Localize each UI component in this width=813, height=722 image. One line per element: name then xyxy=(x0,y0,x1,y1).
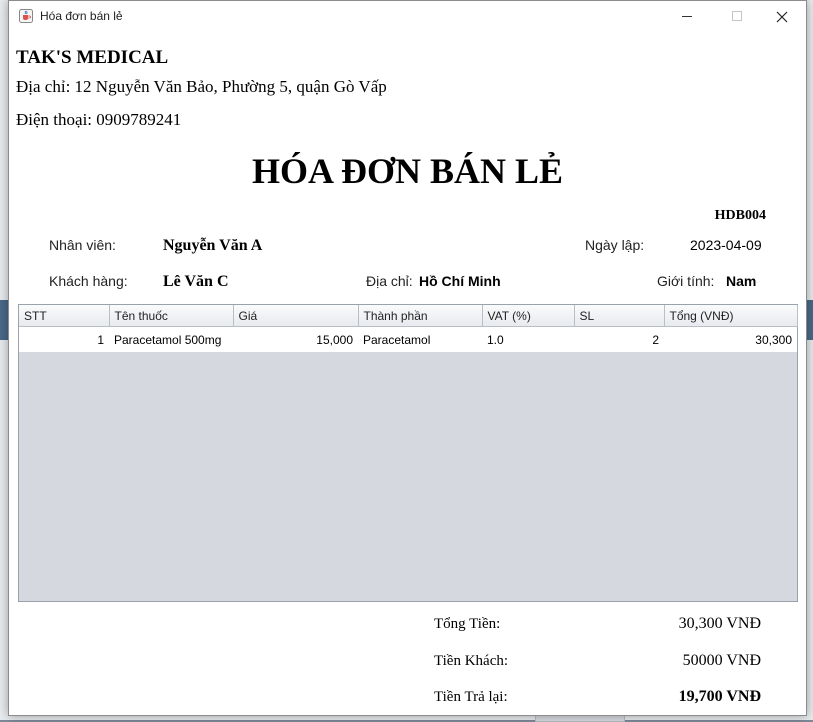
table-row[interactable]: 1 Paracetamol 500mg 15,000 Paracetamol 1… xyxy=(19,326,797,352)
shop-address: Địa chỉ: 12 Nguyễn Văn Bảo, Phường 5, qu… xyxy=(16,77,387,96)
customer-label: Khách hàng: xyxy=(49,273,128,289)
column-header[interactable]: STT xyxy=(19,305,110,327)
date-value: 2023-04-09 xyxy=(690,237,762,253)
cell-quantity: 2 xyxy=(574,326,664,352)
cell-stt: 1 xyxy=(19,326,109,352)
employee-label: Nhân viên: xyxy=(49,237,116,253)
column-header[interactable]: Tổng (VNĐ) xyxy=(664,305,798,327)
date-label: Ngày lập: xyxy=(585,237,645,253)
gender-value: Nam xyxy=(726,273,757,289)
title-bar[interactable]: Hóa đơn bán lẻ xyxy=(9,1,806,32)
total-value: 30,300 VNĐ xyxy=(678,615,761,632)
cell-ingredient: Paracetamol xyxy=(358,326,482,352)
invoice-window: Hóa đơn bán lẻ TAK'S MEDICAL Địa chỉ: 12… xyxy=(8,0,807,716)
customer-value: Lê Văn C xyxy=(163,273,229,290)
paid-label: Tiền Khách: xyxy=(434,653,509,669)
customer-address-value: Hồ Chí Minh xyxy=(419,273,501,289)
minimize-icon xyxy=(681,16,692,17)
column-header[interactable]: VAT (%) xyxy=(482,305,575,327)
column-header[interactable]: Thành phần xyxy=(358,305,483,327)
cell-medicine-name: Paracetamol 500mg xyxy=(109,326,233,352)
total-label: Tổng Tiền: xyxy=(434,616,501,632)
cell-total: 30,300 xyxy=(664,326,797,352)
invoice-items-table[interactable]: STT Tên thuốc Giá Thành phần VAT (%) SL … xyxy=(18,304,798,602)
invoice-code: HDB004 xyxy=(714,208,766,223)
shop-name: TAK'S MEDICAL xyxy=(16,47,169,68)
window-title: Hóa đơn bán lẻ xyxy=(40,9,123,23)
maximize-icon xyxy=(731,11,742,21)
close-icon xyxy=(776,11,788,22)
column-header[interactable]: Giá xyxy=(233,305,359,327)
cell-price: 15,000 xyxy=(233,326,358,352)
column-header[interactable]: Tên thuốc xyxy=(109,305,234,327)
shop-phone: Điện thoại: 0909789241 xyxy=(16,110,182,129)
change-label: Tiền Trả lại: xyxy=(434,689,508,705)
minimize-button[interactable] xyxy=(664,1,710,32)
table-header-row: STT Tên thuốc Giá Thành phần VAT (%) SL … xyxy=(19,305,798,327)
customer-address-label: Địa chỉ: xyxy=(366,273,413,289)
change-value: 19,700 VNĐ xyxy=(678,688,761,705)
gender-label: Giới tính: xyxy=(657,273,715,289)
invoice-title: HÓA ĐƠN BÁN LẺ xyxy=(251,151,564,191)
employee-value: Nguyễn Văn A xyxy=(163,237,263,254)
paid-value: 50000 VNĐ xyxy=(682,652,761,669)
cell-vat: 1.0 xyxy=(482,326,574,352)
java-cup-icon xyxy=(19,9,33,23)
maximize-button[interactable] xyxy=(714,1,760,32)
close-button[interactable] xyxy=(759,1,805,32)
invoice-content: TAK'S MEDICAL Địa chỉ: 12 Nguyễn Văn Bảo… xyxy=(9,32,806,715)
column-header[interactable]: SL xyxy=(574,305,665,327)
